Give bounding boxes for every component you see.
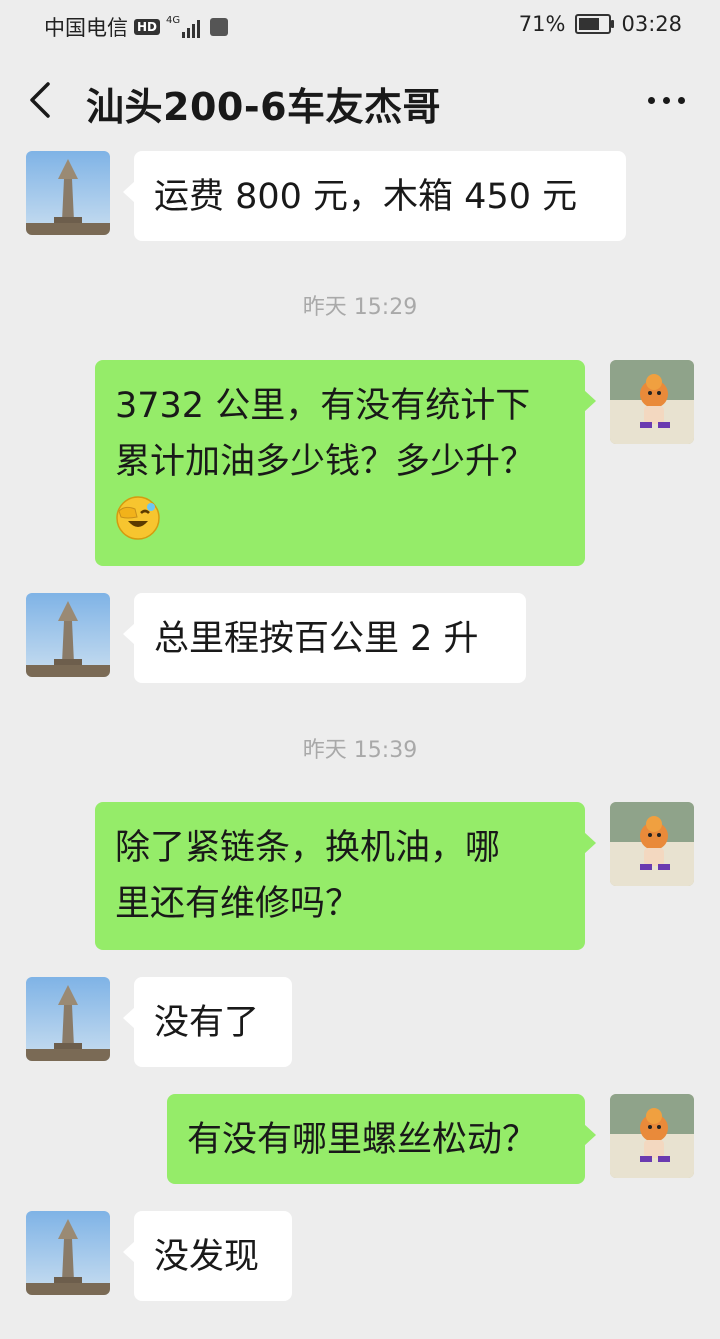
message-bubble-outgoing[interactable]: 除了紧链条，换机油，哪 里还有维修吗？ [95, 802, 596, 950]
signal-icon: 4G [166, 15, 201, 38]
app-notification-icon [210, 18, 229, 36]
more-dots-icon[interactable] [638, 82, 694, 118]
message-text: 总里程按百公里 2 升 [154, 619, 479, 659]
message-timestamp: 昨天 15:39 [302, 738, 418, 763]
message-bubble-incoming[interactable]: 运费 800 元，木箱 450 元 [123, 151, 626, 241]
contact-avatar[interactable] [26, 1211, 110, 1295]
carrier-label: 中国电信 [44, 16, 128, 40]
message-bubble-outgoing[interactable]: 有没有哪里螺丝松动？ [167, 1094, 596, 1184]
facepalm-laugh-emoji [115, 490, 565, 546]
chat-title: 汕头200-6车友杰哥 [86, 85, 442, 129]
message-bubble-incoming[interactable]: 没发现 [123, 1211, 292, 1301]
battery-fill [579, 18, 600, 30]
status-bar: 中国电信 HD 4G 71% 03:28 [0, 0, 720, 52]
message-bubble-incoming[interactable]: 没有了 [123, 977, 292, 1067]
chat-header: 汕头200-6车友杰哥 [0, 52, 720, 148]
my-avatar[interactable] [610, 360, 694, 444]
network-type-label: 4G [166, 15, 181, 26]
status-right: 71% 03:28 [519, 12, 682, 36]
message-bubble-outgoing[interactable]: 3732 公里，有没有统计下 累计加油多少钱？多少升？ [95, 360, 596, 566]
hd-badge: HD [134, 19, 161, 35]
my-avatar[interactable] [610, 802, 694, 886]
message-text: 没发现 [154, 1237, 260, 1277]
message-text-line: 里还有维修吗？ [115, 884, 361, 924]
chevron-left-icon[interactable] [22, 74, 62, 126]
message-bubble-incoming[interactable]: 总里程按百公里 2 升 [123, 593, 526, 683]
contact-avatar[interactable] [26, 593, 110, 677]
contact-avatar[interactable] [26, 151, 110, 235]
status-left: 中国电信 HD 4G [44, 12, 229, 42]
message-text-line: 3732 公里，有没有统计下 [115, 386, 531, 426]
clock: 03:28 [621, 12, 682, 36]
message-timestamp: 昨天 15:29 [302, 295, 418, 320]
message-text: 没有了 [154, 1003, 260, 1043]
battery-percent: 71% [518, 12, 566, 36]
message-text: 运费 800 元，木箱 450 元 [154, 177, 578, 217]
message-text-line: 累计加油多少钱？多少升？ [115, 442, 536, 482]
contact-avatar[interactable] [26, 977, 110, 1061]
battery-icon [575, 14, 615, 34]
message-text: 有没有哪里螺丝松动？ [187, 1120, 538, 1160]
message-text-line: 除了紧链条，换机油，哪 [115, 828, 501, 868]
my-avatar[interactable] [610, 1094, 694, 1178]
